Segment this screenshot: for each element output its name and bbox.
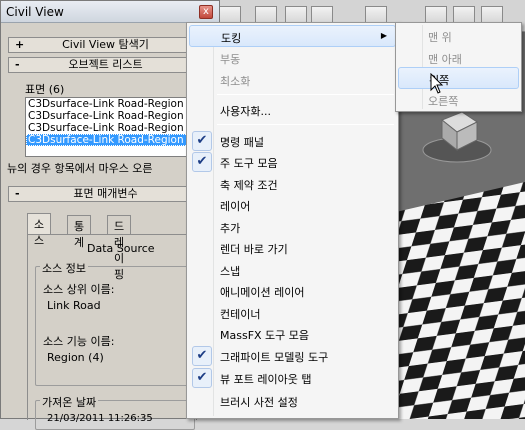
checkmark-icon: ✔ xyxy=(192,346,212,366)
list-item[interactable]: C3Dsurface-Link Road-Region (1 xyxy=(26,98,196,110)
surface-count-label: 표면 (6) xyxy=(25,83,65,96)
docking-submenu: 맨 위 맨 아래 왼쪽 오른쪽 xyxy=(395,22,522,112)
tab-statistics[interactable]: 통계 xyxy=(67,215,92,249)
submenu-arrow-icon: ▶ xyxy=(380,31,387,40)
menu-item-label: 레이어 xyxy=(220,200,251,213)
hint-text: 뉴의 경우 항목에서 마우스 오른 xyxy=(7,162,153,175)
menu-item-graphite-modeling-tools[interactable]: ✔ 그래파이트 모델링 도구 xyxy=(189,345,396,367)
panel-titlebar[interactable]: Civil View x xyxy=(1,1,219,23)
menu-item-label: 오른쪽 xyxy=(428,95,459,108)
submenu-item-right[interactable]: 오른쪽 xyxy=(398,89,519,111)
menu-item-label: 브러시 사전 설정 xyxy=(220,396,298,409)
checkmark-icon: ✔ xyxy=(192,152,212,172)
checker-ground-plane xyxy=(396,182,525,419)
menu-item-render-shortcuts[interactable]: 렌더 바로 가기 xyxy=(189,237,396,259)
menu-item-viewport-layout-tabs[interactable]: ✔ 뷰 포트 레이아웃 탭 xyxy=(189,367,396,389)
menu-item-label: 렌더 바로 가기 xyxy=(220,243,288,256)
menu-item-extras[interactable]: 추가 xyxy=(189,216,396,238)
source-feature-value: Region (4) xyxy=(47,351,104,364)
menu-item-label: 컨테이너 xyxy=(220,308,261,321)
source-parent-value: Link Road xyxy=(47,299,101,312)
rollout-title: 표면 매개변수 xyxy=(73,187,138,200)
menu-item-label: 맨 아래 xyxy=(428,53,462,66)
menu-separator xyxy=(217,124,394,125)
menu-item-label: 그래파이트 모델링 도구 xyxy=(220,351,329,364)
list-item-selected[interactable]: C3Dsurface-Link Road-Region (4 xyxy=(26,134,196,146)
panel-title: Civil View xyxy=(6,5,64,19)
menu-item-label: 애니메이션 레이어 xyxy=(220,286,305,299)
menu-item-axis-constraints[interactable]: 축 제약 조건 xyxy=(189,173,396,195)
menu-item-label: 맨 위 xyxy=(428,31,452,44)
tab-draping[interactable]: 드레이핑 xyxy=(107,215,132,281)
menu-item-customize[interactable]: 사용자화... xyxy=(189,99,396,121)
menu-item-label: 명령 패널 xyxy=(220,136,264,149)
surface-list[interactable]: C3Dsurface-Link Road-Region (1 C3Dsurfac… xyxy=(25,97,197,157)
source-feature-label: 소스 기능 이름: xyxy=(43,335,115,348)
submenu-item-top[interactable]: 맨 위 xyxy=(398,25,519,47)
data-source-label: Data Source xyxy=(87,242,155,255)
menu-item-label: 사용자화... xyxy=(220,105,271,118)
menu-item-massfx-toolbar[interactable]: MassFX 도구 모음 xyxy=(189,323,396,345)
rollout-object-list[interactable]: - 오브젝트 리스트 xyxy=(8,57,203,73)
menu-item-main-toolbar[interactable]: ✔ 주 도구 모음 xyxy=(189,151,396,173)
menu-item-label: 스냅 xyxy=(220,265,241,278)
menu-item-animation-layers[interactable]: 애니메이션 레이어 xyxy=(189,280,396,302)
rollout-surface-params[interactable]: - 표면 매개변수 xyxy=(8,186,203,202)
context-menu: 도킹 ▶ 부동 최소화 사용자화... ✔ 명령 패널 ✔ 주 도구 모음 축 … xyxy=(186,22,399,419)
menu-item-snaps[interactable]: 스냅 xyxy=(189,259,396,281)
menu-item-float[interactable]: 부동 xyxy=(189,47,396,69)
menu-item-label: 축 제약 조건 xyxy=(220,179,278,192)
list-item[interactable]: C3Dsurface-Link Road-Region (2 xyxy=(26,110,196,122)
list-item[interactable]: C3Dsurface-Link Road-Region (3 xyxy=(26,122,196,134)
menu-item-label: 주 도구 모음 xyxy=(220,157,278,170)
menu-item-brush-presets[interactable]: 브러시 사전 설정 xyxy=(189,390,396,412)
close-icon[interactable]: x xyxy=(199,5,213,19)
checkmark-icon: ✔ xyxy=(192,131,212,151)
menu-separator xyxy=(217,94,394,95)
menu-item-containers[interactable]: 컨테이너 xyxy=(189,302,396,324)
group-label: 소스 정보 xyxy=(40,260,88,276)
menu-item-label: 도킹 xyxy=(221,32,242,45)
menu-item-label: 최소화 xyxy=(220,75,251,88)
menu-item-command-panel[interactable]: ✔ 명령 패널 xyxy=(189,130,396,152)
rollout-title: 오브젝트 리스트 xyxy=(68,58,143,71)
group-label: 가져온 날짜 xyxy=(40,394,99,410)
menu-item-label: MassFX 도구 모음 xyxy=(220,329,310,342)
source-parent-label: 소스 상위 이름: xyxy=(43,283,115,296)
rollout-explorer[interactable]: + Civil View 탐색기 xyxy=(8,37,203,53)
rollout-title: Civil View 탐색기 xyxy=(62,38,149,51)
mouse-cursor-icon xyxy=(430,73,444,94)
checkmark-icon: ✔ xyxy=(192,368,212,388)
menu-item-layers[interactable]: 레이어 xyxy=(189,194,396,216)
menu-item-minimize[interactable]: 최소화 xyxy=(189,69,396,91)
submenu-item-left[interactable]: 왼쪽 xyxy=(398,67,519,89)
menu-item-label: 추가 xyxy=(220,222,241,235)
tab-source[interactable]: 소스 xyxy=(27,213,52,247)
submenu-item-bottom[interactable]: 맨 아래 xyxy=(398,47,519,69)
menu-item-docking[interactable]: 도킹 ▶ xyxy=(189,25,396,47)
menu-item-label: 뷰 포트 레이아웃 탭 xyxy=(220,373,312,386)
menu-item-label: 부동 xyxy=(220,53,241,66)
